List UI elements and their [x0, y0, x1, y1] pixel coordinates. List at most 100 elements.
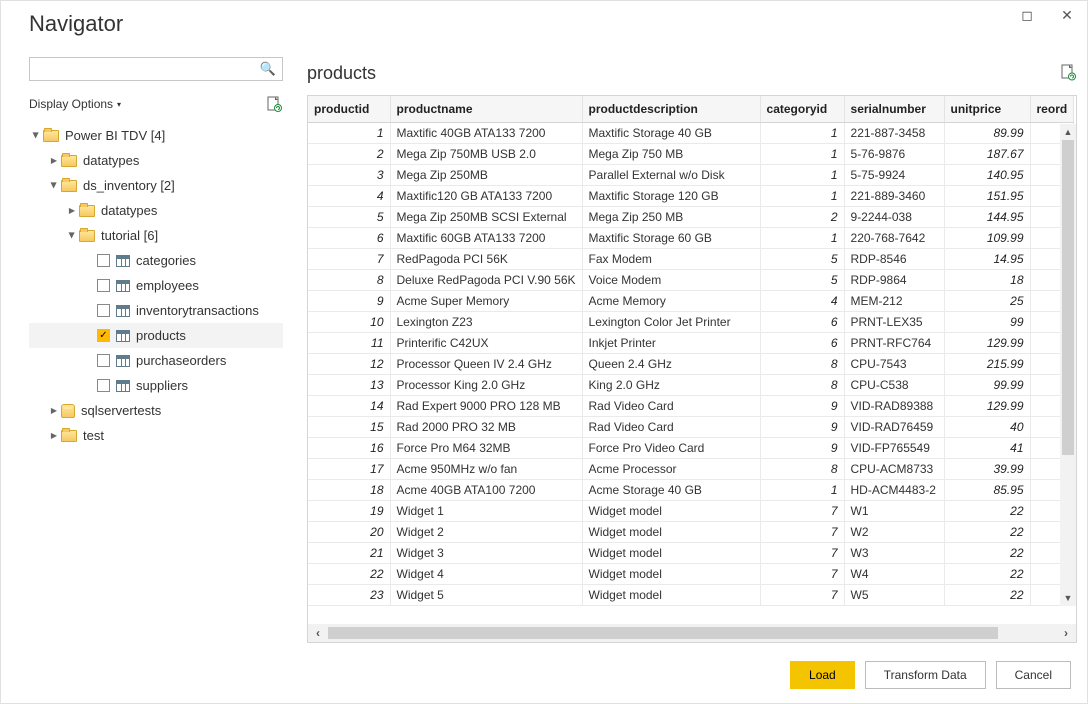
- cell-productname: Acme 950MHz w/o fan: [390, 458, 582, 479]
- col-categoryid[interactable]: categoryid: [760, 96, 844, 122]
- cell-categoryid: 6: [760, 332, 844, 353]
- checkbox[interactable]: [97, 279, 110, 292]
- tree-node-purchaseorders[interactable]: purchaseorders: [29, 348, 283, 373]
- cancel-button[interactable]: Cancel: [996, 661, 1071, 689]
- tree-node-root[interactable]: Power BI TDV [4]: [29, 123, 283, 148]
- cell-serialnumber: W4: [844, 563, 944, 584]
- cell-productdescription: Fax Modem: [582, 248, 760, 269]
- cell-productid: 3: [308, 164, 390, 185]
- cell-productid: 18: [308, 479, 390, 500]
- table-row[interactable]: 3Mega Zip 250MBParallel External w/o Dis…: [308, 164, 1074, 185]
- horizontal-scrollbar[interactable]: ‹ ›: [308, 624, 1076, 642]
- navigator-tree[interactable]: Power BI TDV [4] datatypes ds_inventory …: [29, 123, 283, 643]
- scroll-thumb[interactable]: [1062, 140, 1074, 455]
- cell-serialnumber: PRNT-LEX35: [844, 311, 944, 332]
- table-row[interactable]: 16Force Pro M64 32MBForce Pro Video Card…: [308, 437, 1074, 458]
- cell-categoryid: 1: [760, 479, 844, 500]
- display-options-label: Display Options: [29, 97, 113, 111]
- table-row[interactable]: 2Mega Zip 750MB USB 2.0Mega Zip 750 MB15…: [308, 143, 1074, 164]
- refresh-preview-icon[interactable]: [1061, 64, 1077, 82]
- cell-categoryid: 8: [760, 353, 844, 374]
- cell-productdescription: Widget model: [582, 521, 760, 542]
- table-row[interactable]: 10Lexington Z23Lexington Color Jet Print…: [308, 311, 1074, 332]
- cell-categoryid: 7: [760, 584, 844, 605]
- table-row[interactable]: 1Maxtific 40GB ATA133 7200Maxtific Stora…: [308, 122, 1074, 143]
- search-box[interactable]: 🔍: [29, 57, 283, 81]
- expand-icon[interactable]: [69, 230, 75, 241]
- col-reorder[interactable]: reord: [1030, 96, 1074, 122]
- table-row[interactable]: 17Acme 950MHz w/o fanAcme Processor8CPU-…: [308, 458, 1074, 479]
- table-row[interactable]: 14Rad Expert 9000 PRO 128 MBRad Video Ca…: [308, 395, 1074, 416]
- transform-data-button[interactable]: Transform Data: [865, 661, 986, 689]
- scroll-thumb[interactable]: [328, 627, 998, 639]
- scroll-right-icon[interactable]: ›: [1056, 624, 1076, 642]
- preview-table[interactable]: productid productname productdescription…: [308, 96, 1074, 606]
- checkbox[interactable]: [97, 329, 110, 342]
- col-productdescription[interactable]: productdescription: [582, 96, 760, 122]
- expand-icon[interactable]: [51, 405, 57, 416]
- cell-productdescription: Mega Zip 250 MB: [582, 206, 760, 227]
- tree-node-categories[interactable]: categories: [29, 248, 283, 273]
- tree-node-tutorial[interactable]: tutorial [6]: [29, 223, 283, 248]
- tree-node-test[interactable]: test: [29, 423, 283, 448]
- cell-productdescription: Inkjet Printer: [582, 332, 760, 353]
- table-row[interactable]: 12Processor Queen IV 2.4 GHzQueen 2.4 GH…: [308, 353, 1074, 374]
- expand-icon[interactable]: [69, 205, 75, 216]
- cell-productid: 10: [308, 311, 390, 332]
- close-icon[interactable]: ✕: [1047, 1, 1087, 29]
- table-row[interactable]: 6Maxtific 60GB ATA133 7200Maxtific Stora…: [308, 227, 1074, 248]
- display-options-dropdown[interactable]: Display Options ▾: [29, 97, 121, 111]
- tree-node-sqlservertests[interactable]: sqlservertests: [29, 398, 283, 423]
- tree-node-inventorytransactions[interactable]: inventorytransactions: [29, 298, 283, 323]
- col-productid[interactable]: productid: [308, 96, 390, 122]
- table-row[interactable]: 21Widget 3Widget model7W322: [308, 542, 1074, 563]
- tree-node-datatypes-2[interactable]: datatypes: [29, 198, 283, 223]
- cell-categoryid: 7: [760, 542, 844, 563]
- table-row[interactable]: 8Deluxe RedPagoda PCI V.90 56KVoice Mode…: [308, 269, 1074, 290]
- table-row[interactable]: 22Widget 4Widget model7W422: [308, 563, 1074, 584]
- maximize-icon[interactable]: ◻: [1007, 1, 1047, 29]
- tree-node-products[interactable]: products: [29, 323, 283, 348]
- table-row[interactable]: 18Acme 40GB ATA100 7200Acme Storage 40 G…: [308, 479, 1074, 500]
- table-row[interactable]: 13Processor King 2.0 GHzKing 2.0 GHz8CPU…: [308, 374, 1074, 395]
- cell-productname: Rad 2000 PRO 32 MB: [390, 416, 582, 437]
- table-row[interactable]: 9Acme Super MemoryAcme Memory4MEM-21225: [308, 290, 1074, 311]
- cell-productname: Mega Zip 250MB: [390, 164, 582, 185]
- col-unitprice[interactable]: unitprice: [944, 96, 1030, 122]
- table-row[interactable]: 15Rad 2000 PRO 32 MBRad Video Card9VID-R…: [308, 416, 1074, 437]
- table-row[interactable]: 11Printerific C42UXInkjet Printer6PRNT-R…: [308, 332, 1074, 353]
- expand-icon[interactable]: [51, 155, 57, 166]
- checkbox[interactable]: [97, 304, 110, 317]
- checkbox[interactable]: [97, 254, 110, 267]
- tree-node-datatypes[interactable]: datatypes: [29, 148, 283, 173]
- table-row[interactable]: 5Mega Zip 250MB SCSI ExternalMega Zip 25…: [308, 206, 1074, 227]
- checkbox[interactable]: [97, 379, 110, 392]
- table-row[interactable]: 19Widget 1Widget model7W122: [308, 500, 1074, 521]
- load-button[interactable]: Load: [790, 661, 855, 689]
- tree-node-suppliers[interactable]: suppliers: [29, 373, 283, 398]
- refresh-tree-icon[interactable]: [265, 95, 283, 113]
- scroll-left-icon[interactable]: ‹: [308, 624, 328, 642]
- table-row[interactable]: 20Widget 2Widget model7W222: [308, 521, 1074, 542]
- expand-icon[interactable]: [33, 130, 39, 141]
- expand-icon[interactable]: [51, 180, 57, 191]
- cell-serialnumber: HD-ACM4483-2: [844, 479, 944, 500]
- col-productname[interactable]: productname: [390, 96, 582, 122]
- tree-node-employees[interactable]: employees: [29, 273, 283, 298]
- scroll-down-icon[interactable]: ▼: [1060, 590, 1076, 606]
- table-row[interactable]: 23Widget 5Widget model7W522: [308, 584, 1074, 605]
- cell-productid: 1: [308, 122, 390, 143]
- cell-productid: 8: [308, 269, 390, 290]
- scroll-up-icon[interactable]: ▲: [1060, 124, 1076, 140]
- search-input[interactable]: [36, 62, 260, 76]
- table-row[interactable]: 7RedPagoda PCI 56KFax Modem5RDP-854614.9…: [308, 248, 1074, 269]
- checkbox[interactable]: [97, 354, 110, 367]
- col-serialnumber[interactable]: serialnumber: [844, 96, 944, 122]
- expand-icon[interactable]: [51, 430, 57, 441]
- table-icon: [116, 330, 130, 342]
- search-icon[interactable]: 🔍: [260, 61, 276, 77]
- table-row[interactable]: 4Maxtific120 GB ATA133 7200Maxtific Stor…: [308, 185, 1074, 206]
- cell-unitprice: 25: [944, 290, 1030, 311]
- vertical-scrollbar[interactable]: ▲ ▼: [1060, 124, 1076, 606]
- tree-node-ds-inventory[interactable]: ds_inventory [2]: [29, 173, 283, 198]
